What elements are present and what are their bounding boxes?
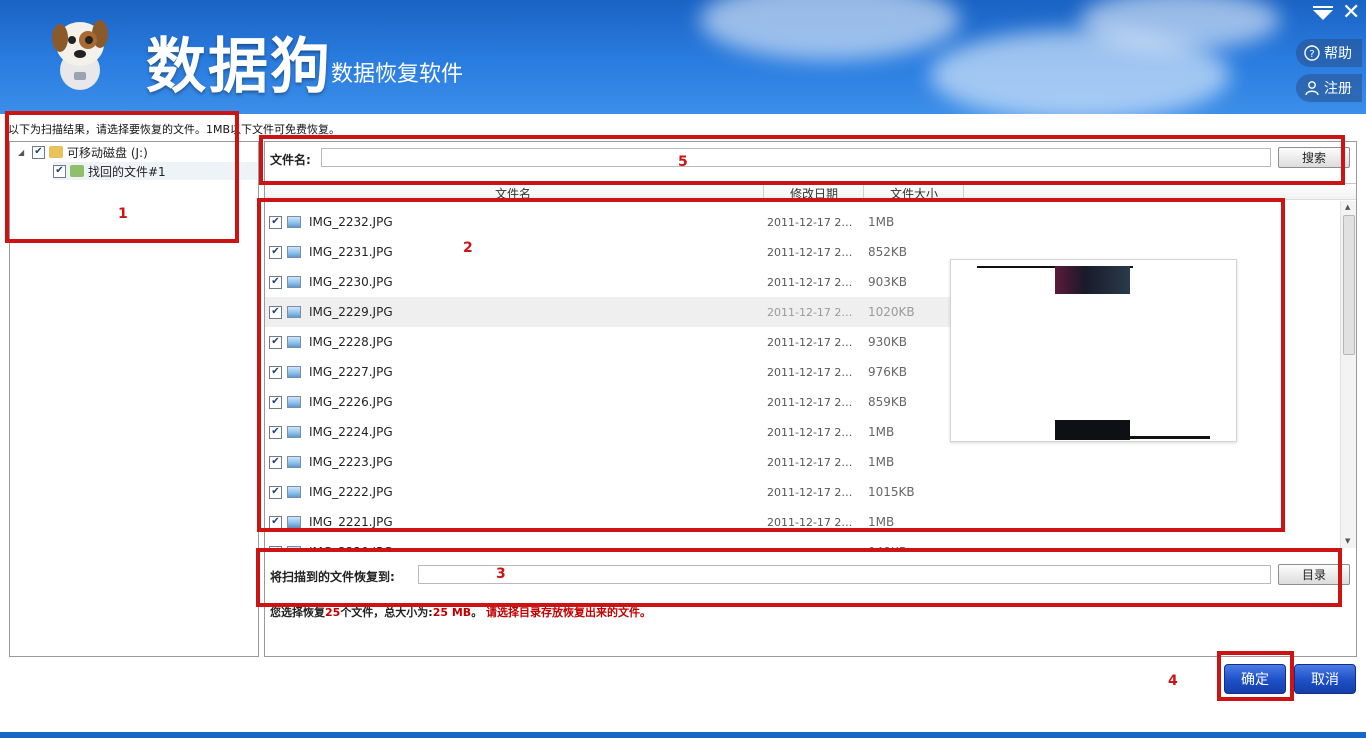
brand-subtitle: 数据恢复软件 bbox=[331, 62, 464, 87]
brand-title: 数据狗 bbox=[146, 32, 332, 102]
annotation-label-5: 5 bbox=[678, 154, 688, 170]
help-button[interactable]: ? 帮助 bbox=[1296, 39, 1362, 67]
svg-text:?: ? bbox=[1309, 49, 1314, 60]
annotation-box-1 bbox=[5, 111, 239, 243]
summary-warning: 请选择目录存放恢复出来的文件。 bbox=[486, 606, 652, 619]
file-list-scrollbar[interactable]: ▲ ▼ bbox=[1340, 201, 1356, 548]
dog-logo-icon bbox=[52, 20, 108, 90]
menu-dropdown-icon[interactable] bbox=[1312, 5, 1334, 21]
user-icon bbox=[1305, 81, 1319, 96]
annotation-label-3: 3 bbox=[496, 566, 506, 582]
cancel-button[interactable]: 取消 bbox=[1294, 664, 1356, 694]
status-bar bbox=[0, 732, 1366, 738]
close-icon[interactable]: ✕ bbox=[1342, 2, 1360, 24]
annotation-label-1: 1 bbox=[118, 206, 128, 222]
annotation-box-5 bbox=[259, 135, 1345, 185]
annotation-box-3 bbox=[256, 548, 1342, 607]
app-window: 数据狗 数据恢复软件 ✕ ? 帮助 注册 以下为扫描结果，请选择要恢复的文件。1… bbox=[0, 0, 1366, 738]
register-label: 注册 bbox=[1324, 81, 1352, 97]
register-button[interactable]: 注册 bbox=[1296, 74, 1362, 102]
help-label: 帮助 bbox=[1324, 46, 1352, 62]
annotation-label-2: 2 bbox=[463, 240, 473, 256]
summary-text: 个文件，总大小为: bbox=[340, 606, 433, 619]
summary-total: 25 MB bbox=[432, 606, 472, 619]
summary-count: 25 bbox=[325, 606, 341, 619]
summary-text: 。 bbox=[471, 606, 483, 619]
scroll-down-icon[interactable]: ▼ bbox=[1345, 537, 1350, 545]
cloud-decoration bbox=[700, 0, 960, 60]
question-icon: ? bbox=[1304, 45, 1320, 61]
annotation-box-4 bbox=[1217, 651, 1294, 701]
summary-text: 您选择恢复 bbox=[270, 606, 325, 619]
file-row[interactable]: ✔IMG_2220.JPG2011-12-17 2…948KB bbox=[265, 537, 962, 548]
scrollbar-thumb[interactable] bbox=[1343, 215, 1355, 355]
annotation-label-4: 4 bbox=[1168, 673, 1178, 689]
scroll-up-icon[interactable]: ▲ bbox=[1345, 203, 1350, 211]
header-banner: 数据狗 数据恢复软件 ✕ ? 帮助 注册 bbox=[0, 0, 1366, 114]
annotation-box-2 bbox=[257, 198, 1285, 532]
